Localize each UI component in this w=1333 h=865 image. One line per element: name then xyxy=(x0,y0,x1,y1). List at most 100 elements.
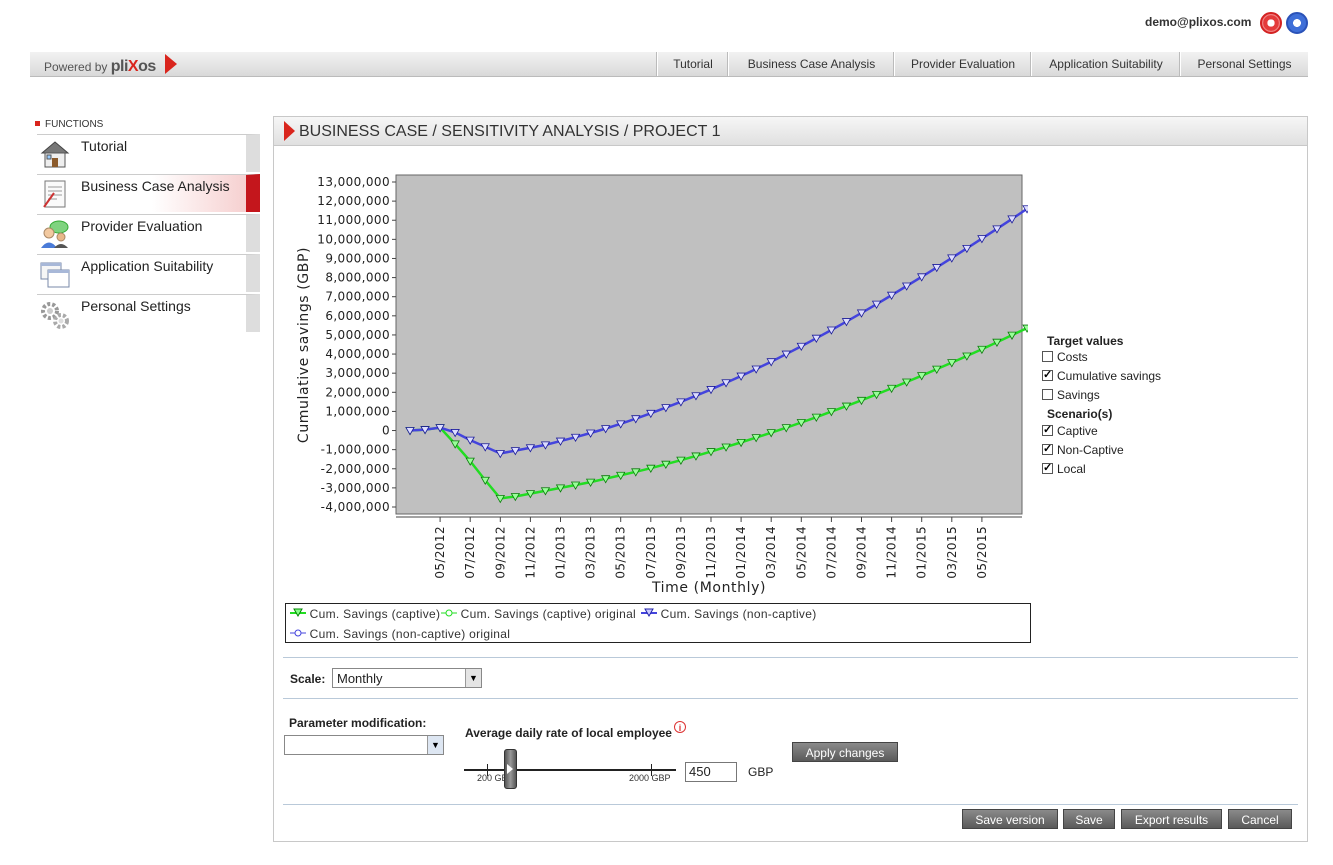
y-tick-label: 3,000,000 xyxy=(325,366,390,380)
sidebar-item-personal-settings[interactable]: Personal Settings xyxy=(37,294,260,332)
y-tick-label: 12,000,000 xyxy=(317,194,390,208)
sidebar-item-label: Provider Evaluation xyxy=(81,218,203,234)
scenarios-heading: Scenario(s) xyxy=(1047,407,1113,421)
slider-track[interactable] xyxy=(464,769,676,771)
checkbox-costs[interactable]: Costs xyxy=(1042,350,1182,366)
y-tick-label: -2,000,000 xyxy=(321,462,390,476)
slider-title: Average daily rate of local employee xyxy=(465,726,672,740)
y-tick-label: 8,000,000 xyxy=(325,271,390,285)
nav-tab-business-case-analysis[interactable]: Business Case Analysis xyxy=(728,52,894,76)
apply-changes-button[interactable]: Apply changes xyxy=(792,742,898,762)
nav-tab-provider-evaluation[interactable]: Provider Evaluation xyxy=(894,52,1031,76)
house-icon xyxy=(40,141,70,168)
users-icon xyxy=(41,220,69,248)
x-tick-label: 11/2013 xyxy=(704,526,718,579)
x-tick-label: 09/2014 xyxy=(855,526,869,579)
sidebar-item-label: Tutorial xyxy=(81,138,128,154)
scale-select[interactable]: Monthly ▼ xyxy=(332,668,482,688)
legend-item-captive: Cum. Savings (captive) xyxy=(290,607,440,621)
savings-chart: 13,000,000 12,000,000 11,000,000 10,000,000… xyxy=(296,174,1028,596)
top-navbar: Powered by pliXos Tutorial Business Case… xyxy=(30,52,1308,77)
document-icon xyxy=(43,180,66,208)
save-button[interactable]: Save xyxy=(1063,809,1115,829)
x-tick-label: 03/2014 xyxy=(764,526,778,579)
circle-marker-icon xyxy=(290,629,306,637)
y-tick-label: 11,000,000 xyxy=(317,213,390,227)
sidebar-item-business-case-analysis[interactable]: Business Case Analysis xyxy=(37,174,260,212)
info-icon[interactable]: i xyxy=(674,721,686,733)
x-tick-label: 05/2015 xyxy=(975,526,989,579)
checkbox-savings[interactable]: Savings xyxy=(1042,388,1182,404)
y-tick-label: 9,000,000 xyxy=(325,251,390,265)
sidebar-item-application-suitability[interactable]: Application Suitability xyxy=(37,254,260,292)
y-tick-label: 4,000,000 xyxy=(325,347,390,361)
sidebar-item-label: Business Case Analysis xyxy=(81,178,230,194)
x-tick-label: 09/2013 xyxy=(674,526,688,579)
x-tick-label: 05/2012 xyxy=(433,526,447,579)
y-tick-label: 0 xyxy=(382,424,390,438)
x-tick-label: 03/2013 xyxy=(584,526,598,579)
checkbox-cumulative-savings[interactable]: ✓ Cumulative savings xyxy=(1042,369,1182,385)
x-tick-label: 01/2013 xyxy=(554,526,568,579)
x-tick-label: 01/2014 xyxy=(734,526,748,579)
parameter-modification-label: Parameter modification: xyxy=(289,716,427,730)
x-tick-label: 11/2014 xyxy=(885,526,899,579)
nav-tab-application-suitability[interactable]: Application Suitability xyxy=(1031,52,1180,76)
export-results-button[interactable]: Export results xyxy=(1121,809,1222,829)
scale-label: Scale: xyxy=(290,672,326,686)
slider-max-label: 2000 GBP xyxy=(629,773,671,783)
x-tick-label: 07/2012 xyxy=(463,526,477,579)
y-tick-label: 5,000,000 xyxy=(325,328,390,342)
panel-header: BUSINESS CASE / SENSITIVITY ANALYSIS / P… xyxy=(274,117,1307,146)
y-tick-label: -1,000,000 xyxy=(321,443,390,457)
checkbox-non-captive[interactable]: ✓ Non-Captive xyxy=(1042,443,1182,459)
x-tick-label: 05/2014 xyxy=(794,526,808,579)
legend-item-captive-original: Cum. Savings (captive) original xyxy=(441,607,636,621)
checkbox[interactable]: ✓ xyxy=(1042,425,1053,436)
checkbox[interactable] xyxy=(1042,351,1053,362)
checkbox-captive[interactable]: ✓ Captive xyxy=(1042,424,1182,440)
logo-arrow-icon xyxy=(165,54,177,74)
y-tick-label: 2,000,000 xyxy=(325,385,390,399)
sidebar-item-label: Personal Settings xyxy=(81,298,191,314)
windows-icon xyxy=(40,262,70,288)
x-tick-label: 09/2012 xyxy=(493,526,507,579)
panel-arrow-icon xyxy=(284,121,295,141)
checkbox-local[interactable]: ✓ Local xyxy=(1042,462,1182,478)
checkbox[interactable]: ✓ xyxy=(1042,444,1053,455)
save-version-button[interactable]: Save version xyxy=(962,809,1058,829)
y-tick-label: -3,000,000 xyxy=(321,481,390,495)
checkbox[interactable] xyxy=(1042,389,1053,400)
x-tick-label: 03/2015 xyxy=(945,526,959,579)
page-title: BUSINESS CASE / SENSITIVITY ANALYSIS / P… xyxy=(299,123,721,140)
powered-by-logo: Powered by pliXos xyxy=(44,58,156,76)
cancel-button[interactable]: Cancel xyxy=(1228,809,1292,829)
sidebar-item-provider-evaluation[interactable]: Provider Evaluation xyxy=(37,214,260,252)
chart-legend: Cum. Savings (captive) Cum. Savings (cap… xyxy=(285,603,1031,643)
rate-input[interactable]: 450 xyxy=(685,762,737,782)
checkbox[interactable]: ✓ xyxy=(1042,370,1053,381)
x-tick-label: 05/2013 xyxy=(614,526,628,579)
nav-tab-personal-settings[interactable]: Personal Settings xyxy=(1180,52,1308,76)
chevron-down-icon: ▼ xyxy=(465,669,481,687)
gears-icon xyxy=(41,302,69,329)
divider xyxy=(283,657,1298,658)
functions-title: FUNCTIONS xyxy=(45,119,104,130)
x-tick-label: 01/2015 xyxy=(915,526,929,579)
legend-item-non-captive-original: Cum. Savings (non-captive) original xyxy=(290,627,510,641)
y-tick-label: 7,000,000 xyxy=(325,290,390,304)
x-tick-label: 11/2012 xyxy=(523,526,537,579)
plot-area xyxy=(395,174,1023,515)
logout-icon[interactable] xyxy=(1286,12,1308,34)
x-tick-label: 07/2014 xyxy=(824,526,838,579)
slider-handle[interactable] xyxy=(503,749,517,789)
parameter-select[interactable]: ▼ xyxy=(284,735,444,755)
slider-arrow-icon xyxy=(506,764,513,774)
circle-marker-icon xyxy=(441,609,457,617)
nav-tab-tutorial[interactable]: Tutorial xyxy=(657,52,728,76)
sidebar-item-label: Application Suitability xyxy=(81,258,214,274)
sidebar-item-tutorial[interactable]: Tutorial xyxy=(37,134,260,172)
help-icon[interactable] xyxy=(1260,12,1282,34)
divider xyxy=(283,804,1298,805)
checkbox[interactable]: ✓ xyxy=(1042,463,1053,474)
